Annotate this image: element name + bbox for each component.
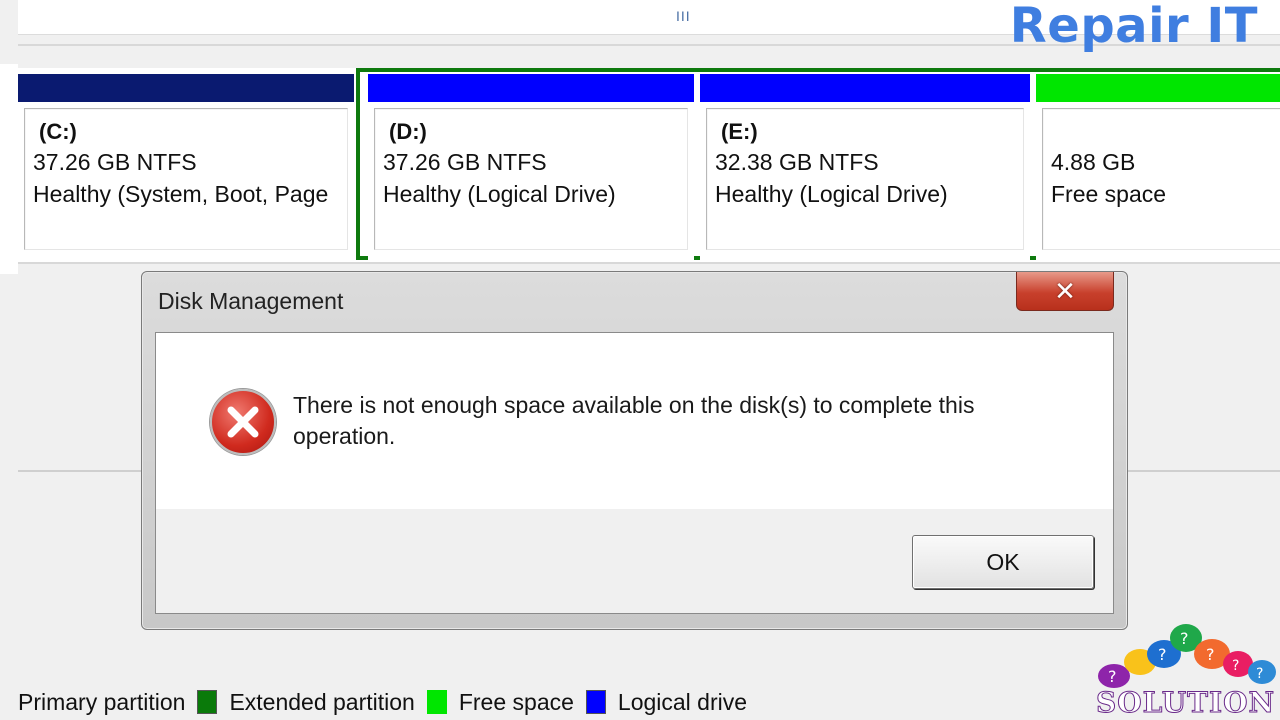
- partition-box: 4.88 GB Free space: [1042, 108, 1280, 250]
- partition-d[interactable]: (D:) 37.26 GB NTFS Healthy (Logical Driv…: [368, 74, 694, 260]
- legend-label-extended: Extended partition: [229, 688, 415, 715]
- partition-size: 32.38 GB NTFS: [715, 149, 879, 175]
- legend-swatch-green: [197, 690, 218, 714]
- dialog-title: Disk Management: [158, 288, 344, 314]
- close-icon: ✕: [1054, 276, 1076, 306]
- partition-status: Healthy (Logical Drive): [715, 181, 948, 207]
- error-icon: [210, 389, 276, 455]
- divider: [18, 262, 1280, 264]
- error-message: There is not enough space available on t…: [293, 392, 975, 449]
- partition-bar: [1036, 74, 1280, 102]
- svg-text:?: ?: [1158, 645, 1167, 664]
- svg-text:?: ?: [1256, 666, 1263, 682]
- partition-size: 4.88 GB: [1051, 149, 1136, 175]
- speech-bubbles-icon: ? ? ? ? ? ?: [1098, 624, 1276, 688]
- disk-label-strip: [0, 64, 18, 274]
- dialog-body: There is not enough space available on t…: [155, 332, 1114, 614]
- legend: Primary partition Extended partition Fre…: [18, 684, 747, 720]
- partition-name: (E:): [721, 119, 758, 144]
- svg-text:?: ?: [1108, 667, 1117, 686]
- dialog-content: There is not enough space available on t…: [156, 333, 1113, 509]
- solution-logo: ? ? ? ? ? ? SOLUTION: [1092, 620, 1280, 720]
- partition-status: Healthy (Logical Drive): [383, 181, 616, 207]
- legend-label-logical: Logical drive: [617, 688, 748, 715]
- close-button[interactable]: ✕: [1016, 272, 1114, 311]
- legend-swatch-blue: [585, 690, 606, 714]
- partition-box: (C:) 37.26 GB NTFS Healthy (System, Boot…: [24, 108, 348, 250]
- partition-bar: [368, 74, 694, 102]
- partition-name: (C:): [39, 119, 77, 144]
- ok-button[interactable]: OK: [912, 535, 1094, 589]
- partition-size: 37.26 GB NTFS: [383, 149, 547, 175]
- partition-bar: [18, 74, 354, 102]
- partition-status: Healthy (System, Boot, Page: [33, 181, 329, 207]
- partition-bar: [700, 74, 1030, 102]
- partition-box: (E:) 32.38 GB NTFS Healthy (Logical Driv…: [706, 108, 1024, 250]
- legend-label-free: Free space: [458, 688, 574, 715]
- svg-text:?: ?: [1206, 645, 1215, 664]
- legend-swatch-light-green: [426, 690, 447, 714]
- solution-logo-text: SOLUTION: [1095, 686, 1276, 720]
- partition-box: (D:) 37.26 GB NTFS Healthy (Logical Driv…: [374, 108, 688, 250]
- svg-text:?: ?: [1232, 658, 1239, 674]
- watermark-repair-it: Repair IT: [1009, 0, 1258, 54]
- partition-name: (D:): [389, 119, 427, 144]
- partition-size: 37.26 GB NTFS: [33, 149, 197, 175]
- partition-free-space[interactable]: 4.88 GB Free space: [1036, 74, 1280, 260]
- partition-e[interactable]: (E:) 32.38 GB NTFS Healthy (Logical Driv…: [700, 74, 1030, 260]
- legend-label-primary: Primary partition: [18, 688, 186, 715]
- partition-c[interactable]: (C:) 37.26 GB NTFS Healthy (System, Boot…: [18, 74, 354, 260]
- svg-text:?: ?: [1180, 629, 1189, 648]
- partition-status: Free space: [1051, 181, 1167, 207]
- disk-management-dialog: Disk Management ✕ There is not enough sp…: [141, 271, 1128, 630]
- scrollbar-grip-icon[interactable]: III: [676, 8, 691, 24]
